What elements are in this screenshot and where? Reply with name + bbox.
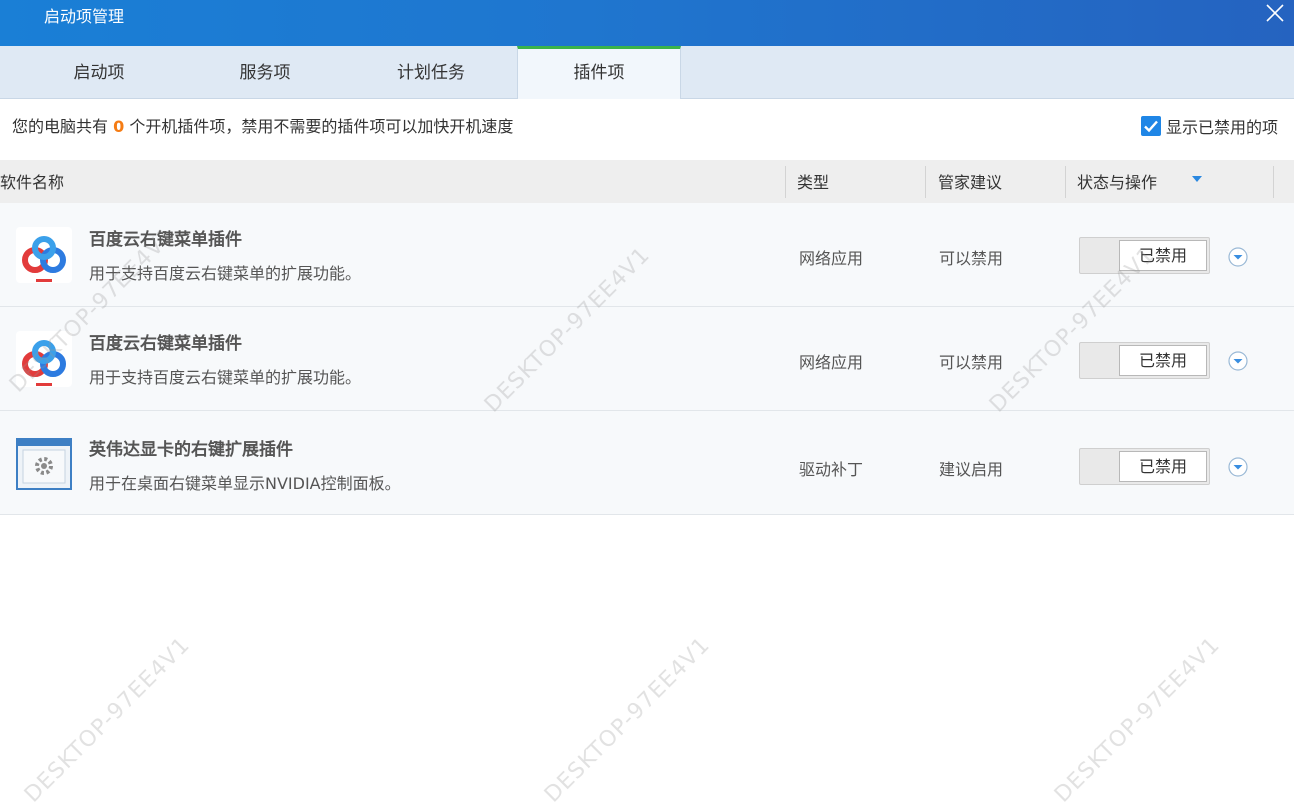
tab-services[interactable]: 服务项 xyxy=(200,46,330,99)
checkmark-icon xyxy=(1144,120,1158,133)
status-toggle[interactable]: 已禁用 xyxy=(1079,448,1210,485)
column-divider[interactable] xyxy=(1273,166,1274,198)
settings-window-icon xyxy=(16,437,72,493)
expand-button[interactable] xyxy=(1227,246,1249,268)
close-button[interactable] xyxy=(1262,0,1288,30)
show-disabled-checkbox[interactable] xyxy=(1140,116,1161,136)
watermark: DESKTOP-97EE4V1 xyxy=(1050,632,1226,808)
column-header-type[interactable]: 类型 xyxy=(797,160,829,203)
title-bar: 启动项管理 xyxy=(0,0,1294,46)
plugin-advice: 可以禁用 xyxy=(939,353,1004,372)
tab-startup[interactable]: 启动项 xyxy=(36,46,162,99)
chevron-down-icon xyxy=(1228,247,1248,267)
watermark: DESKTOP-97EE4V1 xyxy=(540,632,716,808)
plugin-name: 百度云右键菜单插件 xyxy=(89,334,242,354)
plugin-advice: 可以禁用 xyxy=(939,249,1004,268)
column-header-advice[interactable]: 管家建议 xyxy=(938,160,1002,203)
chevron-down-icon xyxy=(1228,351,1248,371)
column-header-name[interactable]: 软件名称 xyxy=(0,160,64,203)
column-divider[interactable] xyxy=(925,166,926,198)
status-toggle[interactable]: 已禁用 xyxy=(1079,342,1210,379)
info-bar: 您的电脑共有 0 个开机插件项，禁用不需要的插件项可以加快开机速度 显示已禁用的… xyxy=(0,99,1294,157)
info-suffix: 个开机插件项，禁用不需要的插件项可以加快开机速度 xyxy=(124,117,514,136)
watermark: DESKTOP-97EE4V1 xyxy=(20,632,196,808)
window-title: 启动项管理 xyxy=(44,7,125,26)
status-toggle[interactable]: 已禁用 xyxy=(1079,237,1210,274)
status-label: 已禁用 xyxy=(1119,240,1207,271)
tab-bar: 启动项 服务项 计划任务 插件项 xyxy=(0,46,1294,100)
plugin-name: 英伟达显卡的右键扩展插件 xyxy=(89,440,293,460)
table-row[interactable]: 百度云右键菜单插件 用于支持百度云右键菜单的扩展功能。 网络应用 可以禁用 已禁… xyxy=(0,203,1294,307)
close-icon xyxy=(1266,4,1284,22)
chevron-down-icon xyxy=(1228,457,1248,477)
column-divider[interactable] xyxy=(1065,166,1066,198)
plugin-type: 网络应用 xyxy=(799,249,864,268)
expand-button[interactable] xyxy=(1227,350,1249,372)
plugin-description: 用于支持百度云右键菜单的扩展功能。 xyxy=(89,368,362,387)
tab-plugins[interactable]: 插件项 xyxy=(517,46,681,100)
plugin-description: 用于在桌面右键菜单显示NVIDIA控制面板。 xyxy=(89,474,401,493)
sort-descending-icon[interactable] xyxy=(1192,176,1202,182)
table-row[interactable]: 百度云右键菜单插件 用于支持百度云右键菜单的扩展功能。 网络应用 可以禁用 已禁… xyxy=(0,307,1294,411)
column-header-status[interactable]: 状态与操作 xyxy=(1077,160,1157,203)
plugin-type: 驱动补丁 xyxy=(799,460,864,479)
expand-button[interactable] xyxy=(1227,456,1249,478)
baidu-cloud-icon xyxy=(16,227,72,283)
plugin-count: 0 xyxy=(113,117,125,136)
table-row[interactable]: 英伟达显卡的右键扩展插件 用于在桌面右键菜单显示NVIDIA控制面板。 驱动补丁… xyxy=(0,411,1294,515)
baidu-cloud-icon xyxy=(16,331,72,387)
show-disabled-label: 显示已禁用的项 xyxy=(1165,118,1278,137)
plugin-advice: 建议启用 xyxy=(939,460,1004,479)
info-text: 您的电脑共有 0 个开机插件项，禁用不需要的插件项可以加快开机速度 xyxy=(12,99,513,155)
plugin-name: 百度云右键菜单插件 xyxy=(89,230,242,250)
plugin-description: 用于支持百度云右键菜单的扩展功能。 xyxy=(89,264,362,283)
info-prefix: 您的电脑共有 xyxy=(12,117,114,136)
status-label: 已禁用 xyxy=(1119,345,1207,376)
table-header: 软件名称 类型 管家建议 状态与操作 xyxy=(0,160,1294,203)
plugin-type: 网络应用 xyxy=(799,353,864,372)
show-disabled-toggle[interactable]: 显示已禁用的项 xyxy=(1140,114,1278,138)
column-divider[interactable] xyxy=(785,166,786,198)
status-label: 已禁用 xyxy=(1119,451,1207,482)
tab-scheduled-tasks[interactable]: 计划任务 xyxy=(368,46,494,99)
